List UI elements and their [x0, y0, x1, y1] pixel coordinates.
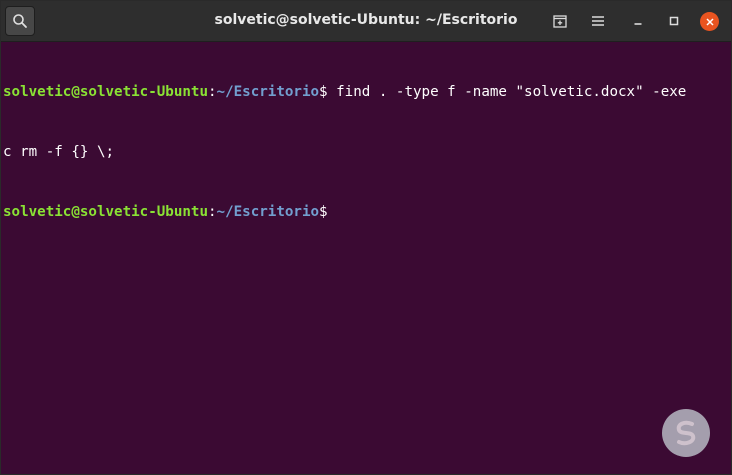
- command-continuation: c rm -f {} \;: [3, 144, 115, 160]
- solvetic-logo-icon: [676, 420, 696, 446]
- close-icon: [705, 17, 714, 26]
- prompt-separator: :: [208, 84, 217, 100]
- new-tab-button[interactable]: [551, 12, 569, 30]
- terminal-output[interactable]: solvetic@solvetic-Ubuntu:~/Escritorio$ f…: [3, 42, 719, 472]
- prompt-symbol: $: [319, 204, 328, 220]
- terminal-line: solvetic@solvetic-Ubuntu:~/Escritorio$ f…: [3, 82, 719, 102]
- title-bar: solvetic@solvetic-Ubuntu: ~/Escritorio: [1, 1, 731, 42]
- terminal-line: c rm -f {} \;: [3, 142, 719, 162]
- close-button[interactable]: [700, 12, 719, 31]
- window-title: solvetic@solvetic-Ubuntu: ~/Escritorio: [214, 12, 518, 28]
- minimize-icon: [634, 23, 642, 25]
- prompt-path: ~/Escritorio: [216, 84, 320, 100]
- hamburger-menu-icon: [592, 16, 604, 26]
- prompt-user: solvetic@solvetic-Ubuntu: [3, 84, 208, 100]
- prompt-path: ~/Escritorio: [216, 204, 320, 220]
- prompt-separator: :: [208, 204, 217, 220]
- terminal-line: solvetic@solvetic-Ubuntu:~/Escritorio$: [3, 202, 719, 222]
- prompt-symbol: $: [319, 84, 328, 100]
- menu-button[interactable]: [589, 12, 607, 30]
- minimize-button[interactable]: [629, 12, 647, 30]
- maximize-icon: [669, 16, 679, 26]
- watermark-logo: [662, 409, 710, 457]
- prompt-user: solvetic@solvetic-Ubuntu: [3, 204, 208, 220]
- scrollbar[interactable]: [724, 46, 728, 466]
- command-text: find . -type f -name "solvetic.docx" -ex…: [327, 84, 687, 100]
- new-tab-icon: [553, 15, 567, 28]
- maximize-button[interactable]: [665, 12, 683, 30]
- terminal-window: solvetic@solvetic-Ubuntu: ~/Escritorio s…: [0, 0, 732, 475]
